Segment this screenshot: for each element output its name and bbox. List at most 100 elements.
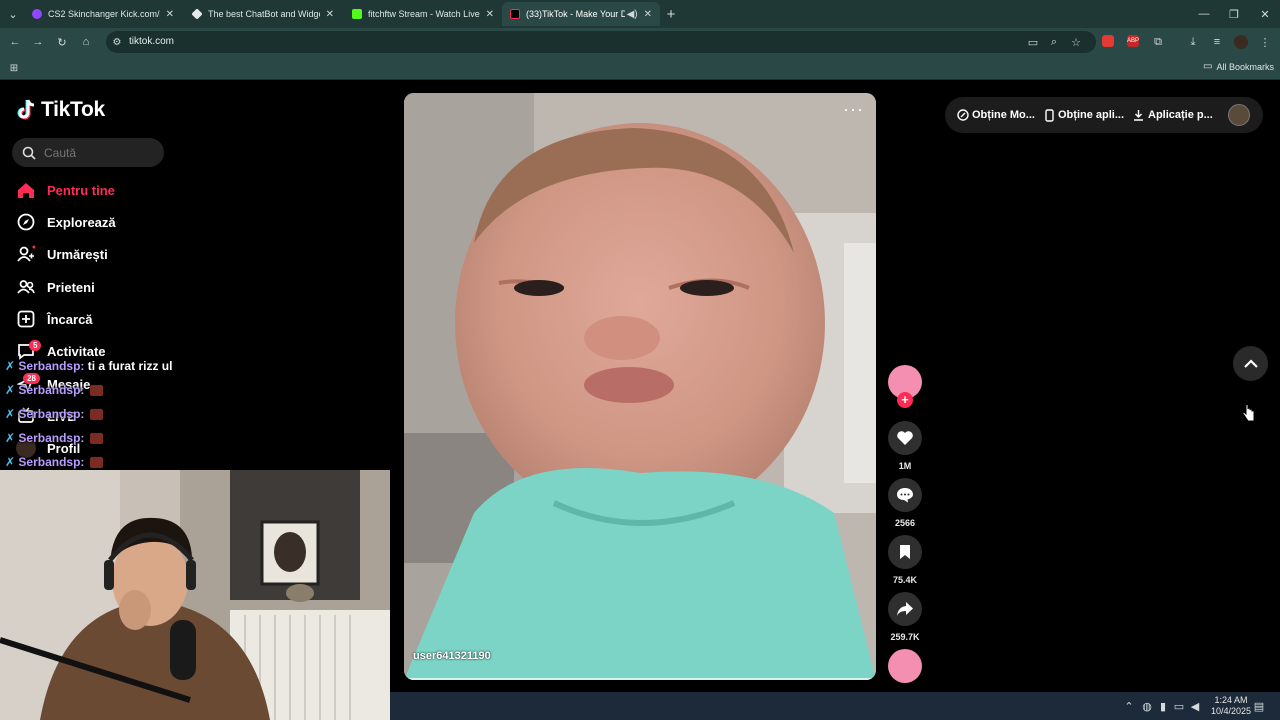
home-icon (16, 180, 36, 200)
nav-following[interactable]: Urmărești (16, 242, 108, 266)
chat-username: Serbandsp: (18, 359, 85, 373)
restore-icon[interactable]: ❐ (1227, 7, 1241, 21)
menu-kebab-icon[interactable]: ⋮ (1258, 35, 1272, 49)
desktop-app-button[interactable]: Aplicație p... (1133, 97, 1213, 133)
close-window-icon[interactable]: ✕ (1258, 7, 1272, 21)
tab-bar: ⌄ CS2 Skinchanger Kick.com/stc ✕ The bes… (0, 0, 1280, 28)
sword-icon: ✗ (5, 359, 16, 373)
network-icon[interactable]: ▭ (1172, 699, 1186, 713)
minimize-icon[interactable]: — (1197, 7, 1211, 21)
cast-icon[interactable]: ▭ (1026, 35, 1040, 49)
zoom-icon[interactable]: ⌕ (1047, 35, 1061, 49)
tab-title: The best ChatBot and Widgets (208, 9, 320, 19)
video-more-icon[interactable]: ··· (843, 99, 864, 120)
tab-title: fitchftw Stream - Watch Live on (368, 9, 480, 19)
video-username[interactable]: user641321190 (413, 650, 491, 662)
comment-button[interactable] (888, 478, 922, 512)
forward-icon[interactable]: → (31, 35, 45, 49)
tiktok-logo[interactable]: TikTok (17, 98, 105, 122)
emote-icon (89, 433, 103, 445)
close-tab-icon[interactable]: ✕ (166, 9, 174, 20)
close-tab-icon[interactable]: ✕ (486, 9, 494, 20)
close-tab-icon[interactable]: ✕ (326, 9, 334, 20)
nav-upload[interactable]: Încarcă (16, 307, 93, 331)
video-frame (404, 93, 876, 680)
nav-label: Activitate (47, 343, 106, 359)
profile-avatar[interactable] (1234, 35, 1248, 49)
tab-search-icon[interactable]: ⌄ (6, 7, 20, 21)
reload-icon[interactable]: ↻ (55, 35, 69, 49)
back-icon[interactable]: ← (8, 35, 22, 49)
downloads-icon[interactable]: ⤓ (1186, 35, 1200, 49)
search-icon (22, 146, 36, 160)
following-icon (16, 244, 36, 264)
bookmarks-bar: ⊞ ▭ All Bookmarks (0, 56, 1280, 80)
sound-disc-icon[interactable] (888, 649, 922, 683)
like-button[interactable] (888, 421, 922, 455)
nav-label: Urmărești (47, 246, 108, 262)
tiktok-note-icon (17, 99, 35, 120)
microphone-icon[interactable]: ▮ (1156, 699, 1170, 713)
speaker-icon[interactable]: ◀) (627, 9, 638, 20)
get-app-label: Obține apli... (1058, 109, 1125, 121)
scroll-up-button[interactable] (1233, 346, 1268, 381)
browser-tab[interactable]: CS2 Skinchanger Kick.com/stc ✕ (24, 2, 182, 26)
chat-message: ✗ Serbandsp: (5, 455, 103, 469)
compass-icon (16, 212, 36, 232)
video-player[interactable]: ··· user641321190 (404, 93, 876, 680)
get-coins-button[interactable]: Obține Mo... (957, 97, 1035, 133)
upload-icon (16, 309, 36, 329)
sword-icon: ✗ (5, 383, 16, 397)
browser-tab[interactable]: fitchftw Stream - Watch Live on ✕ (344, 2, 502, 26)
search-input[interactable] (44, 145, 154, 160)
apps-grid-icon[interactable]: ⊞ (7, 61, 21, 75)
bookmark-icon (900, 545, 910, 559)
friends-icon (16, 277, 36, 297)
media-control-icon[interactable]: ≡ (1210, 35, 1224, 49)
user-avatar[interactable] (1228, 104, 1250, 126)
meet-icon[interactable]: ◍ (1140, 699, 1154, 713)
nav-for-you[interactable]: Pentru tine (16, 178, 115, 202)
tray-chevron-icon[interactable]: ⌃ (1122, 699, 1136, 713)
home-icon[interactable]: ⌂ (79, 35, 93, 49)
site-info-icon[interactable]: ⚙ (110, 35, 124, 49)
comment-icon (897, 488, 913, 503)
heart-icon (897, 431, 913, 445)
chat-message: ✗ Serbandsp: (5, 431, 103, 445)
close-tab-icon[interactable]: ✕ (644, 9, 652, 20)
all-bookmarks-button[interactable]: ▭ All Bookmarks (1203, 61, 1274, 72)
emote-icon (89, 385, 103, 397)
save-button[interactable] (888, 535, 922, 569)
follow-button[interactable]: + (897, 392, 913, 408)
new-tab-icon[interactable]: + (664, 6, 678, 23)
sword-icon: ✗ (5, 455, 16, 469)
sword-icon: ✗ (5, 407, 16, 421)
extensions-icon[interactable]: ⧉ (1151, 35, 1165, 49)
chat-message: ✗ Serbandsp: (5, 407, 103, 421)
nav-explore[interactable]: Explorează (16, 210, 116, 234)
kick-k-favicon-icon (352, 9, 362, 19)
adblock-icon[interactable]: ABP (1127, 35, 1139, 47)
all-bookmarks-label: All Bookmarks (1216, 61, 1274, 72)
chat-username: Serbandsp: (18, 431, 85, 445)
chat-username: Serbandsp: (18, 383, 85, 397)
address-bar[interactable]: ⚙ tiktok.com ▭ ⌕ ☆ (106, 31, 1096, 53)
browser-tab[interactable]: The best ChatBot and Widgets ✕ (184, 2, 342, 26)
chat-message: ✗ Serbandsp: (5, 383, 103, 397)
tab-title: (33)TikTok - Make Your Day (526, 9, 625, 19)
search-box[interactable] (12, 138, 164, 167)
get-coins-label: Obține Mo... (972, 109, 1035, 121)
nav-label: Prieteni (47, 279, 95, 295)
chevron-up-icon (1243, 359, 1258, 368)
chat-username: Serbandsp: (18, 455, 85, 469)
nav-friends[interactable]: Prieteni (16, 275, 95, 299)
share-count: 259.7K (890, 632, 920, 642)
extension-red-icon[interactable] (1102, 35, 1114, 47)
top-actions-bar: Obține Mo... Obține apli... Aplicație p.… (945, 97, 1263, 133)
notifications-icon[interactable]: ▤ (1252, 699, 1266, 713)
browser-tab-active[interactable]: (33)TikTok - Make Your Day ◀) ✕ (502, 2, 660, 26)
bookmark-star-icon[interactable]: ☆ (1069, 35, 1083, 49)
chat-text: ti a furat rizz ul (87, 359, 173, 373)
get-app-button[interactable]: Obține apli... (1045, 97, 1124, 133)
share-button[interactable] (888, 592, 922, 626)
